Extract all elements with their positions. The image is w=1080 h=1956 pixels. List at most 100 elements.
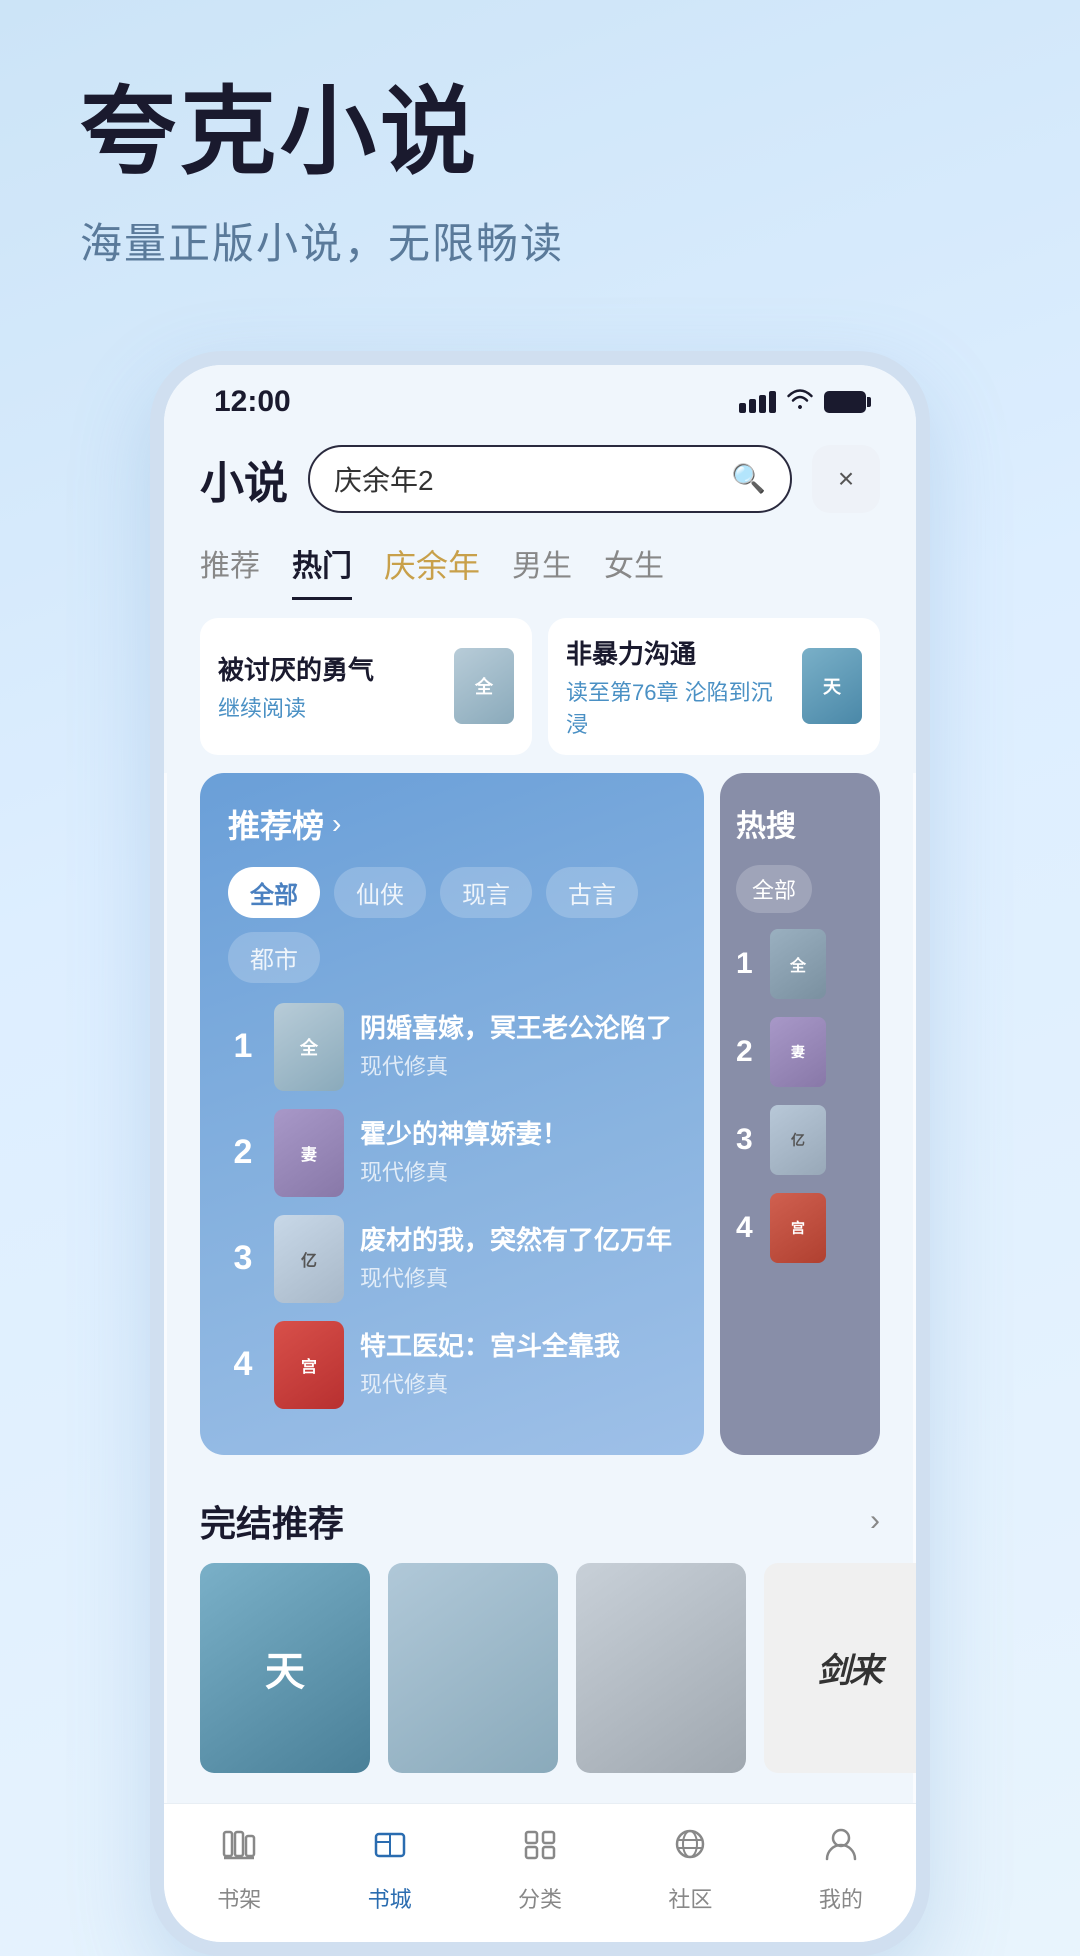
app-name: 夸克小说 (80, 80, 1020, 186)
rec-panel-header: 推荐榜 › (228, 801, 676, 847)
filter-pill-all[interactable]: 全部 (228, 867, 320, 918)
rec-book-1[interactable]: 1 全 阴婚喜嫁，冥王老公沦陷了 现代修真 (228, 1003, 676, 1091)
nav-bookstore[interactable]: 书城 (314, 1824, 464, 1914)
filter-pill-guyan[interactable]: 古言 (546, 867, 638, 918)
rec-panel: 推荐榜 › 全部 仙侠 现言 古言 都市 1 全 阴婚喜嫁，冥王老公沦陷了 现 (200, 773, 704, 1455)
app-tagline: 海量正版小说，无限畅读 (80, 210, 1020, 271)
hot-item-2[interactable]: 2 妻 (736, 1017, 864, 1087)
nav-category-label: 分类 (518, 1882, 562, 1914)
hot-rank-2: 2 (736, 1035, 760, 1069)
reading-card-1-info: 被讨厌的勇气 继续阅读 (218, 650, 440, 723)
reading-card-1-action: 继续阅读 (218, 691, 440, 723)
tab-hot[interactable]: 热门 (292, 541, 352, 600)
book-title-2: 霍少的神算娇妻！ (360, 1118, 676, 1152)
rank-2: 2 (228, 1133, 258, 1172)
hot-item-3[interactable]: 3 亿 (736, 1105, 864, 1175)
top-bar: 小说 庆余年2 🔍 × (164, 429, 916, 529)
completed-title: 完结推荐 (200, 1495, 344, 1547)
hero-section: 夸克小说 海量正版小说，无限畅读 (0, 0, 1080, 311)
book-info-1: 阴婚喜嫁，冥王老公沦陷了 现代修真 (360, 1012, 676, 1082)
tab-male[interactable]: 男生 (512, 541, 572, 600)
book-cover-3: 亿 (274, 1215, 344, 1303)
phone-mockup: 12:00 小说 (0, 351, 1080, 1956)
nav-bookshelf-label: 书架 (217, 1882, 261, 1914)
rank-4: 4 (228, 1345, 258, 1384)
tab-recommend[interactable]: 推荐 (200, 541, 260, 600)
rec-panel-title: 推荐榜 (228, 801, 324, 847)
reading-continue-row: 被讨厌的勇气 继续阅读 全 非暴力沟通 读至第76章 沦陷到沉浸 天 (164, 600, 916, 773)
status-bar: 12:00 (164, 365, 916, 429)
search-text: 庆余年2 (334, 459, 719, 499)
nav-profile[interactable]: 我的 (766, 1824, 916, 1914)
book-info-2: 霍少的神算娇妻！ 现代修真 (360, 1118, 676, 1188)
book-genre-4: 现代修真 (360, 1367, 676, 1399)
bookstore-icon (370, 1824, 410, 1874)
rec-panel-arrow[interactable]: › (332, 808, 341, 840)
nav-bookstore-label: 书城 (368, 1882, 412, 1914)
hot-panel: 热搜 全部 1 全 2 妻 3 亿 4 宫 (720, 773, 880, 1455)
rank-1: 1 (228, 1027, 258, 1066)
profile-icon (821, 1824, 861, 1874)
completed-book-3[interactable] (576, 1563, 746, 1773)
completed-book-2[interactable] (388, 1563, 558, 1773)
completed-book-1[interactable]: 天 (200, 1563, 370, 1773)
nav-bookshelf[interactable]: 书架 (164, 1824, 314, 1914)
nav-community[interactable]: 社区 (615, 1824, 765, 1914)
completed-book-4[interactable]: 剑来 (764, 1563, 916, 1773)
main-content-row: 推荐榜 › 全部 仙侠 现言 古言 都市 1 全 阴婚喜嫁，冥王老公沦陷了 现 (164, 773, 916, 1455)
completed-row: 天 剑来 (164, 1563, 916, 1803)
hot-item-1[interactable]: 1 全 (736, 929, 864, 999)
wifi-icon (786, 387, 814, 416)
nav-community-label: 社区 (668, 1882, 712, 1914)
bookshelf-icon (219, 1824, 259, 1874)
completed-arrow[interactable]: › (870, 1504, 880, 1538)
category-icon (520, 1824, 560, 1874)
signal-icon (739, 391, 776, 413)
hot-item-4[interactable]: 4 宫 (736, 1193, 864, 1263)
reading-card-2-info: 非暴力沟通 读至第76章 沦陷到沉浸 (566, 634, 788, 739)
reading-card-2-action: 读至第76章 沦陷到沉浸 (566, 675, 788, 739)
app-title: 小说 (200, 447, 288, 511)
hot-book-cover-3: 亿 (770, 1105, 826, 1175)
filter-pill-xianyuan[interactable]: 现言 (440, 867, 532, 918)
phone-screen: 12:00 小说 (150, 351, 930, 1956)
hot-book-cover-1: 全 (770, 929, 826, 999)
book-title-1: 阴婚喜嫁，冥王老公沦陷了 (360, 1012, 676, 1046)
reading-card-1[interactable]: 被讨厌的勇气 继续阅读 全 (200, 618, 532, 755)
filter-pill-dushi[interactable]: 都市 (228, 932, 320, 983)
filter-pill-xianxia[interactable]: 仙侠 (334, 867, 426, 918)
search-bar[interactable]: 庆余年2 🔍 (308, 445, 792, 513)
completed-section-header: 完结推荐 › (164, 1475, 916, 1563)
book-cover-4: 宫 (274, 1321, 344, 1409)
status-time: 12:00 (214, 385, 291, 419)
hot-filter-all[interactable]: 全部 (736, 865, 812, 913)
rec-book-4[interactable]: 4 宫 特工医妃：宫斗全靠我 现代修真 (228, 1321, 676, 1409)
battery-icon (824, 391, 866, 413)
close-button[interactable]: × (812, 445, 880, 513)
bottom-nav: 书架 书城 (164, 1803, 916, 1942)
book-title-3: 废材的我，突然有了亿万年 (360, 1224, 676, 1258)
tab-bar: 推荐 热门 庆余年 男生 女生 (164, 529, 916, 600)
reading-card-2[interactable]: 非暴力沟通 读至第76章 沦陷到沉浸 天 (548, 618, 880, 755)
reading-card-1-cover: 全 (454, 648, 514, 724)
rec-filter-pills: 全部 仙侠 现言 古言 都市 (228, 867, 676, 983)
hot-book-cover-4: 宫 (770, 1193, 826, 1263)
tab-qingyunian[interactable]: 庆余年 (384, 541, 480, 600)
tab-female[interactable]: 女生 (604, 541, 664, 600)
reading-card-2-cover: 天 (802, 648, 862, 724)
reading-card-2-title: 非暴力沟通 (566, 634, 788, 671)
nav-category[interactable]: 分类 (465, 1824, 615, 1914)
community-icon (670, 1824, 710, 1874)
book-cover-2: 妻 (274, 1109, 344, 1197)
nav-profile-label: 我的 (819, 1882, 863, 1914)
hot-book-cover-2: 妻 (770, 1017, 826, 1087)
rec-book-3[interactable]: 3 亿 废材的我，突然有了亿万年 现代修真 (228, 1215, 676, 1303)
reading-card-1-title: 被讨厌的勇气 (218, 650, 440, 687)
hot-rank-3: 3 (736, 1123, 760, 1157)
rec-book-2[interactable]: 2 妻 霍少的神算娇妻！ 现代修真 (228, 1109, 676, 1197)
hot-rank-4: 4 (736, 1211, 760, 1245)
book-genre-3: 现代修真 (360, 1261, 676, 1293)
hot-filter-pills: 全部 (736, 865, 864, 913)
search-icon[interactable]: 🔍 (731, 462, 766, 495)
hot-panel-title: 热搜 (736, 801, 864, 845)
